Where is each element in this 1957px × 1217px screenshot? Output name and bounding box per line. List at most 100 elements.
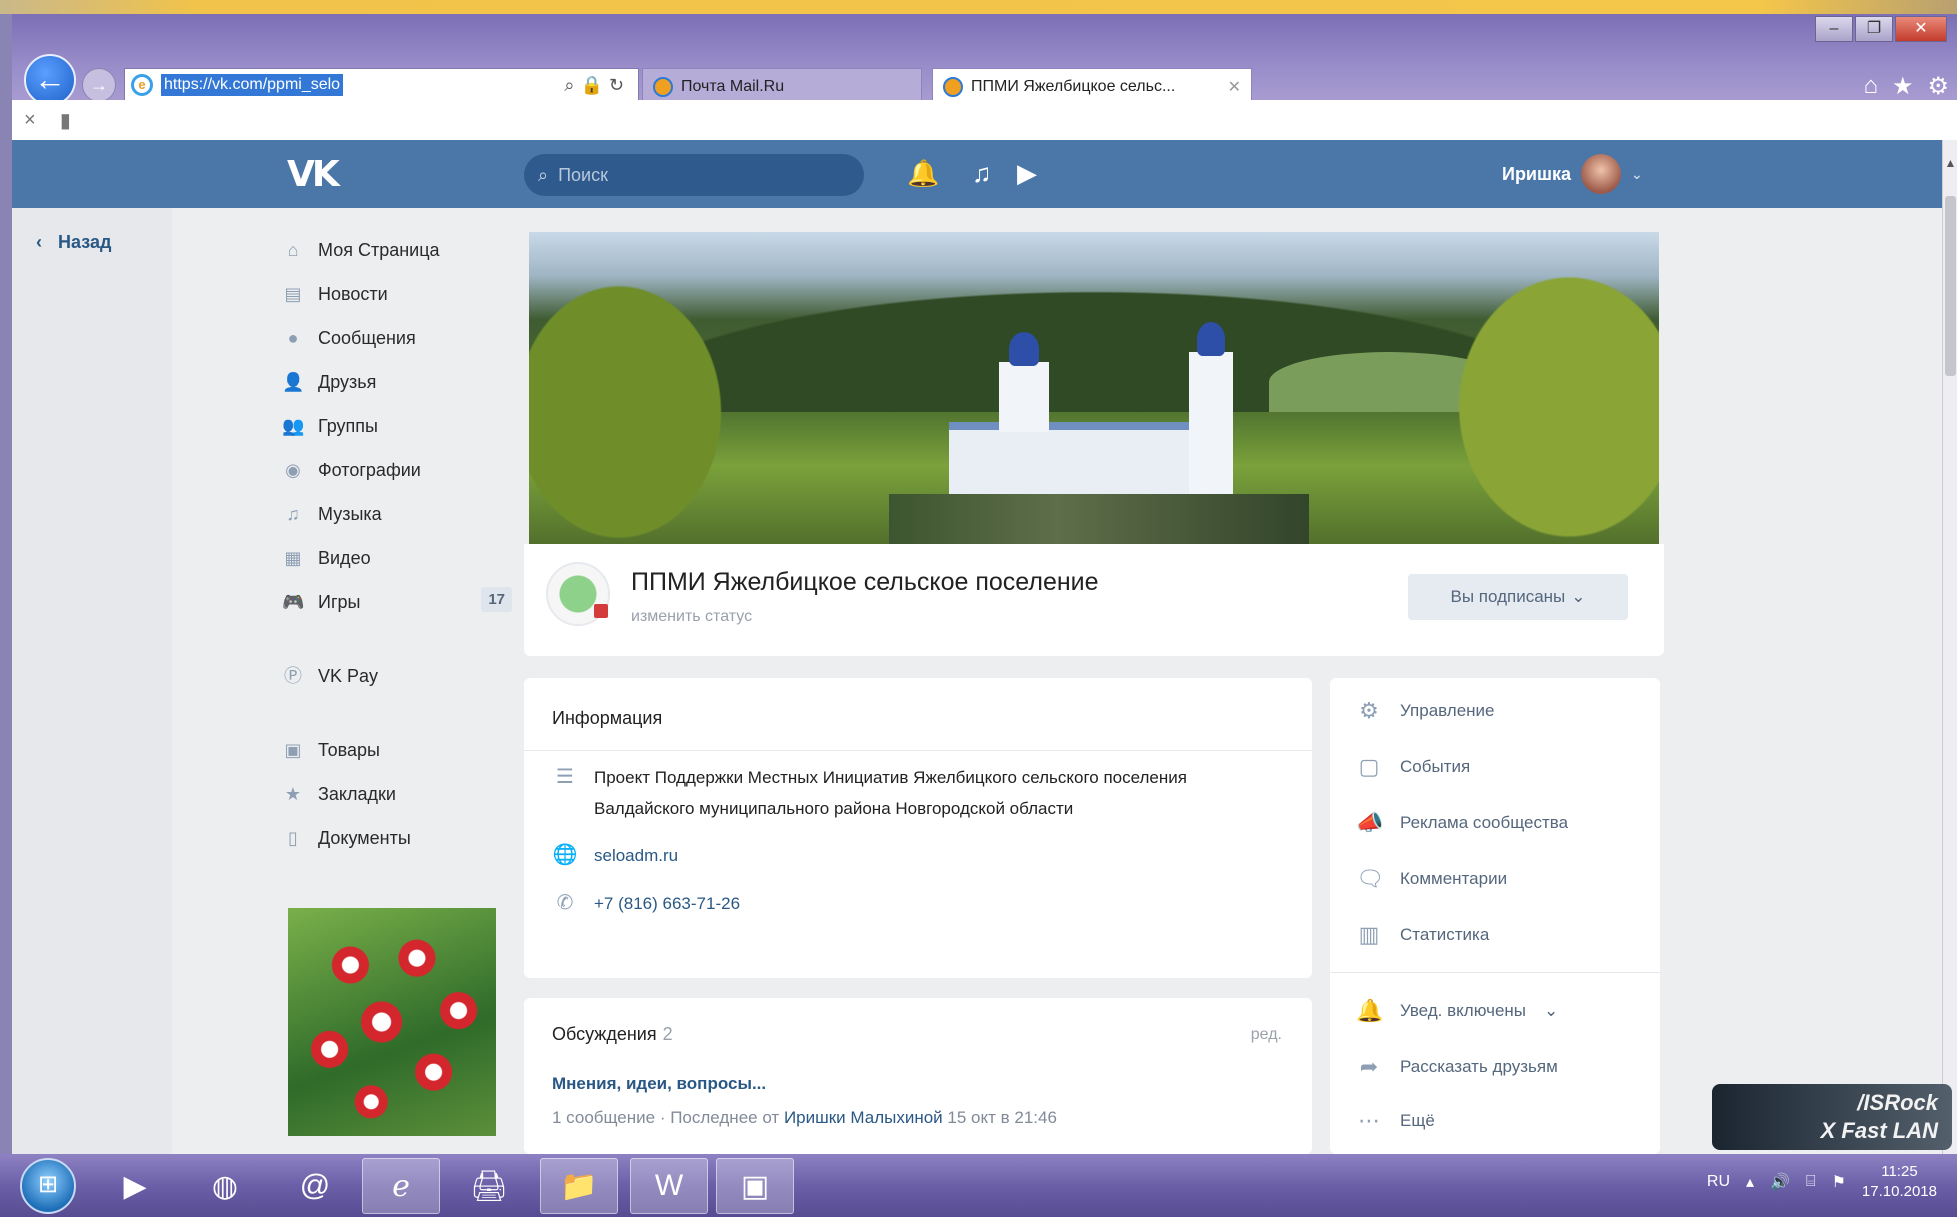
bell-icon[interactable]: 🔔 bbox=[907, 158, 939, 189]
address-tools[interactable]: ⌕🔒↻ bbox=[564, 75, 630, 96]
menu-item-goods[interactable]: ▣ Товары bbox=[282, 728, 512, 772]
menu-item-messages[interactable]: ● Сообщения bbox=[282, 316, 512, 360]
action-label: События bbox=[1400, 757, 1471, 776]
taskbar-media-player[interactable]: ▶ bbox=[96, 1158, 174, 1214]
group-avatar[interactable] bbox=[546, 562, 610, 626]
taskbar-mail-agent[interactable]: @ bbox=[276, 1158, 354, 1214]
action-share[interactable]: ➦ Рассказать друзьям bbox=[1356, 1054, 1558, 1080]
scroll-up-icon[interactable]: ▲ bbox=[1944, 156, 1957, 170]
page-scrollbar[interactable]: ▲ bbox=[1942, 140, 1957, 1154]
menu-item-friends[interactable]: 👤 Друзья bbox=[282, 360, 512, 404]
folder-icon: 📁 bbox=[560, 1169, 598, 1203]
tray-up-arrow-icon[interactable]: ▴ bbox=[1746, 1172, 1754, 1192]
browser-back-button[interactable]: ← bbox=[24, 54, 76, 106]
address-bar[interactable]: e https://vk.com/ppmi_selo ⌕🔒↻ bbox=[124, 68, 639, 102]
vk-logo[interactable]: VK bbox=[287, 154, 340, 195]
refresh-icon[interactable]: ↻ bbox=[609, 75, 630, 95]
close-tab-icon[interactable]: ✕ bbox=[1228, 77, 1241, 97]
action-comments[interactable]: 🗨 Комментарии bbox=[1356, 866, 1507, 892]
meta-time: 15 окт в 21:46 bbox=[947, 1108, 1057, 1127]
menu-label: Сообщения bbox=[318, 327, 416, 348]
music-icon: ♫ bbox=[286, 504, 300, 524]
search-icon[interactable]: ⌕ bbox=[564, 75, 580, 95]
clock-date: 17.10.2018 bbox=[1861, 1183, 1937, 1200]
discussion-topic-link[interactable]: Мнения, идеи, вопросы... bbox=[552, 1074, 766, 1094]
tab-label: Почта Mail.Ru bbox=[681, 78, 785, 95]
info-description: ☰ Проект Поддержки Местных Инициатив Яже… bbox=[552, 762, 1187, 824]
menu-label: Новости bbox=[318, 283, 388, 304]
menu-item-documents[interactable]: ▯ Документы bbox=[282, 816, 512, 860]
phone-link[interactable]: +7 (816) 663-71-26 bbox=[594, 888, 740, 919]
close-window-button[interactable]: ✕ bbox=[1895, 16, 1947, 42]
favorites-star-icon[interactable]: ★ bbox=[1892, 72, 1914, 101]
stats-icon: ▥ bbox=[1358, 922, 1380, 947]
menu-item-my-page[interactable]: ⌂ Моя Страница bbox=[282, 228, 512, 272]
menu-item-music[interactable]: ♫ Музыка bbox=[282, 492, 512, 536]
website-link[interactable]: seloadm.ru bbox=[594, 840, 678, 871]
megaphone-icon: 📣 bbox=[1356, 810, 1384, 835]
language-indicator[interactable]: RU bbox=[1707, 1173, 1730, 1191]
subscribed-button[interactable]: Вы подписаны ⌄ bbox=[1408, 574, 1628, 620]
menu-item-news[interactable]: ▤ Новости bbox=[282, 272, 512, 316]
action-manage[interactable]: ⚙ Управление bbox=[1356, 698, 1494, 724]
friend-icon: 👤 bbox=[282, 372, 305, 392]
action-advertise[interactable]: 📣 Реклама сообщества bbox=[1356, 810, 1568, 836]
user-menu[interactable]: Иришка ⌄ bbox=[1502, 154, 1643, 194]
vk-page: ‹ Назад ⌂ Моя Страница ▤ Новости ● Сообщени… bbox=[12, 208, 1942, 1154]
action-label: Увед. включены bbox=[1400, 1001, 1527, 1020]
discussion-meta: 1 сообщение · Последнее от Иришки Малыхи… bbox=[552, 1108, 1057, 1128]
taskbar-word[interactable]: W bbox=[630, 1158, 708, 1214]
discussions-count: 2 bbox=[662, 1024, 673, 1044]
action-notifications[interactable]: 🔔 Увед. включены ⌄ bbox=[1356, 998, 1558, 1024]
ad-image[interactable] bbox=[288, 908, 496, 1136]
browser-toolbar-right: ⌂ ★ ⚙ bbox=[1863, 72, 1949, 101]
addon-icon[interactable]: ▮ bbox=[60, 108, 71, 133]
back-link[interactable]: ‹ Назад bbox=[36, 232, 111, 253]
music-note-icon[interactable]: ♫ bbox=[972, 158, 992, 189]
document-icon: ▯ bbox=[288, 828, 298, 848]
flag-icon[interactable]: ⚑ bbox=[1832, 1172, 1846, 1192]
browser-forward-button[interactable]: → bbox=[82, 68, 116, 102]
search-icon: ⌕ bbox=[538, 164, 549, 185]
action-more[interactable]: ⋯ Ещё bbox=[1356, 1108, 1435, 1134]
firefox-icon: ◍ bbox=[211, 1169, 239, 1203]
avatar bbox=[1581, 154, 1622, 194]
discussions-heading[interactable]: Обсуждения 2 bbox=[552, 1024, 673, 1045]
play-icon[interactable]: ▶ bbox=[1017, 158, 1037, 189]
taskbar-firefox[interactable]: ◍ bbox=[186, 1158, 264, 1214]
menu-item-bookmarks[interactable]: ★ Закладки bbox=[282, 772, 512, 816]
lock-icon: 🔒 bbox=[580, 74, 609, 95]
close-icon[interactable]: × bbox=[24, 109, 36, 132]
clock[interactable]: 11:25 17.10.2018 bbox=[1862, 1162, 1937, 1202]
menu-item-groups[interactable]: 👥 Группы bbox=[282, 404, 512, 448]
edit-status-link[interactable]: изменить статус bbox=[631, 608, 752, 626]
start-button[interactable]: ⊞ bbox=[20, 1158, 76, 1214]
volume-icon[interactable]: 🔊 bbox=[1770, 1172, 1790, 1192]
vk-search[interactable]: ⌕ bbox=[524, 154, 864, 196]
edit-discussions-link[interactable]: ред. bbox=[1251, 1026, 1282, 1044]
menu-item-photos[interactable]: ◉ Фотографии bbox=[282, 448, 512, 492]
search-input[interactable] bbox=[558, 164, 819, 186]
taskbar-internet-explorer[interactable]: ℯ bbox=[362, 1158, 440, 1214]
address-url[interactable]: https://vk.com/ppmi_selo bbox=[161, 74, 344, 96]
taskbar-explorer[interactable]: 📁 bbox=[540, 1158, 618, 1214]
settings-gear-icon[interactable]: ⚙ bbox=[1927, 72, 1949, 101]
action-events[interactable]: ▢ События bbox=[1356, 754, 1471, 780]
scroll-thumb[interactable] bbox=[1945, 196, 1956, 376]
home-icon: ⌂ bbox=[287, 240, 299, 260]
network-icon[interactable]: ⌸ bbox=[1806, 1173, 1816, 1191]
browser-chrome: – ❐ ✕ ← → e https://vk.com/ppmi_selo ⌕🔒↻… bbox=[12, 14, 1957, 140]
taskbar-printer[interactable]: 🖨 bbox=[450, 1158, 528, 1214]
meta-author-link[interactable]: Иришки Малыхиной bbox=[784, 1108, 943, 1127]
menu-item-vkpay[interactable]: Ⓟ VK Pay bbox=[282, 654, 512, 698]
menu-label: Группы bbox=[318, 415, 378, 436]
menu-item-games[interactable]: 🎮 Игры 17 bbox=[282, 580, 512, 624]
menu-item-video[interactable]: ▦ Видео bbox=[282, 536, 512, 580]
restore-button[interactable]: ❐ bbox=[1855, 16, 1893, 42]
action-statistics[interactable]: ▥ Статистика bbox=[1356, 922, 1490, 948]
home-icon[interactable]: ⌂ bbox=[1863, 72, 1878, 101]
minimize-button[interactable]: – bbox=[1815, 16, 1853, 42]
games-count-badge: 17 bbox=[481, 587, 512, 612]
media-player-icon: ▶ bbox=[123, 1169, 147, 1203]
taskbar-powerpoint[interactable]: ▣ bbox=[716, 1158, 794, 1214]
